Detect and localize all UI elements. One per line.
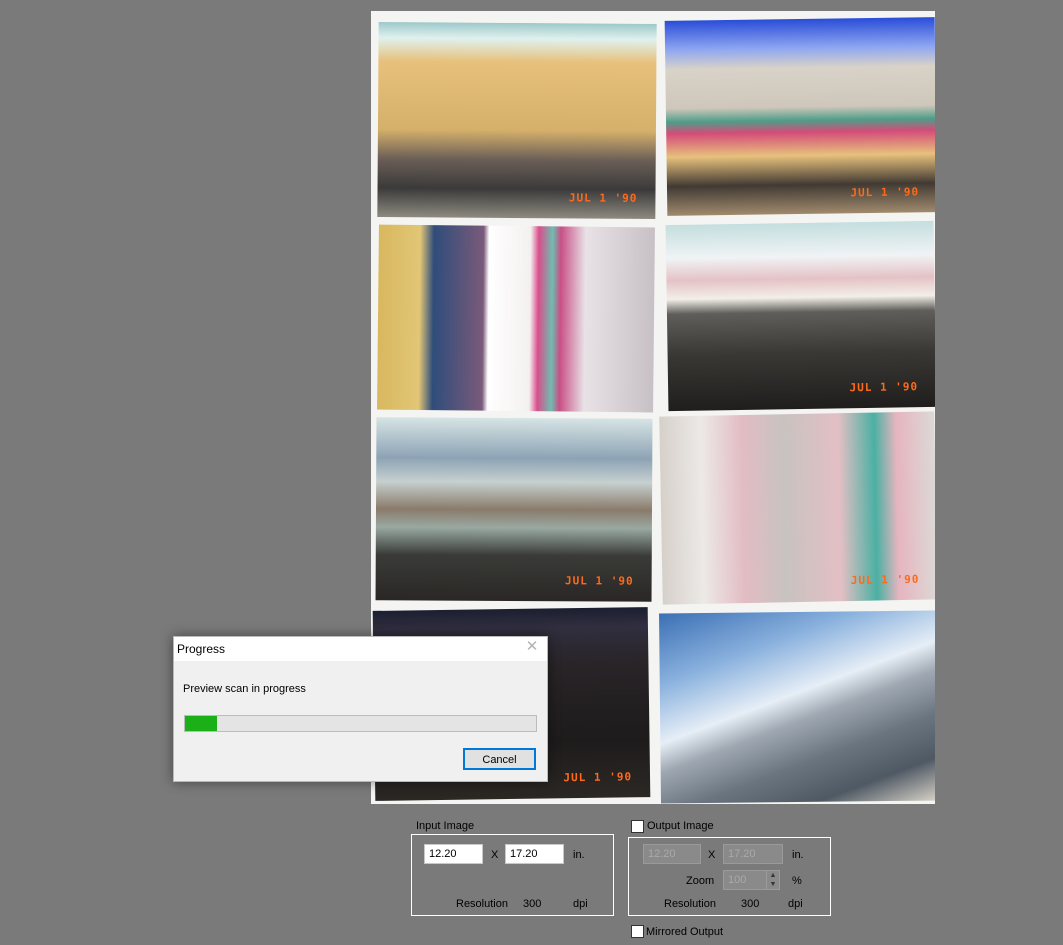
close-icon[interactable]: ✕ <box>525 639 539 654</box>
output-width-field[interactable]: 12.20 <box>643 844 701 864</box>
progress-bar-fill <box>185 716 217 731</box>
photo-date-stamp: JUL 1 '90 <box>568 191 638 205</box>
preview-photo: JUL 1 '90 <box>664 17 935 216</box>
zoom-field[interactable]: 100 <box>723 870 767 890</box>
photo-date-stamp: JUL 1 '90 <box>850 572 920 588</box>
preview-photo: JUL 1 '90 <box>377 22 657 219</box>
mirrored-output-checkbox[interactable] <box>631 925 644 938</box>
chevron-up-icon[interactable]: ▲ <box>767 871 779 880</box>
input-x-label: X <box>491 849 499 861</box>
input-height-field[interactable]: 17.20 <box>505 844 564 864</box>
input-unit-label: in. <box>573 849 585 861</box>
input-resolution-value: 300 <box>523 898 542 910</box>
preview-photo: JUL 1 '90 <box>665 220 935 412</box>
zoom-unit-label: % <box>792 875 802 887</box>
output-height-field[interactable]: 17.20 <box>723 844 783 864</box>
progress-dialog: Progress ✕ Preview scan in progress Canc… <box>173 636 548 782</box>
photo-date-stamp: JUL 1 '90 <box>563 770 633 785</box>
output-x-label: X <box>708 849 716 861</box>
output-resolution-label: Resolution <box>664 898 716 910</box>
input-image-caption: Input Image <box>414 820 477 832</box>
output-unit-label: in. <box>792 849 804 861</box>
photo-date-stamp: JUL 1 '90 <box>850 185 920 200</box>
output-resolution-value: 300 <box>741 898 760 910</box>
zoom-label: Zoom <box>686 875 715 887</box>
output-resolution-unit: dpi <box>788 898 803 910</box>
preview-photo <box>377 224 655 413</box>
photo-date-stamp: JUL 1 '90 <box>849 380 919 395</box>
photo-date-stamp: JUL 1 '90 <box>564 574 634 588</box>
output-image-checkbox[interactable] <box>631 820 644 833</box>
chevron-down-icon[interactable]: ▼ <box>767 880 779 889</box>
input-resolution-label: Resolution <box>456 898 508 910</box>
cancel-button[interactable]: Cancel <box>463 748 536 770</box>
preview-photo: JUL 1 '90 <box>375 417 653 602</box>
input-width-field[interactable]: 12.20 <box>424 844 483 864</box>
preview-photo <box>659 610 935 804</box>
dialog-title: Progress <box>177 642 226 656</box>
preview-photo: JUL 1 '90 <box>659 411 935 605</box>
output-image-caption: Output Image <box>645 820 716 832</box>
mirrored-output-label: Mirrored Output <box>646 926 724 938</box>
progress-bar <box>184 715 537 732</box>
dialog-titlebar[interactable]: Progress ✕ <box>174 637 547 661</box>
progress-message: Preview scan in progress <box>183 683 306 695</box>
zoom-stepper[interactable]: ▲ ▼ <box>766 870 780 890</box>
input-resolution-unit: dpi <box>573 898 588 910</box>
